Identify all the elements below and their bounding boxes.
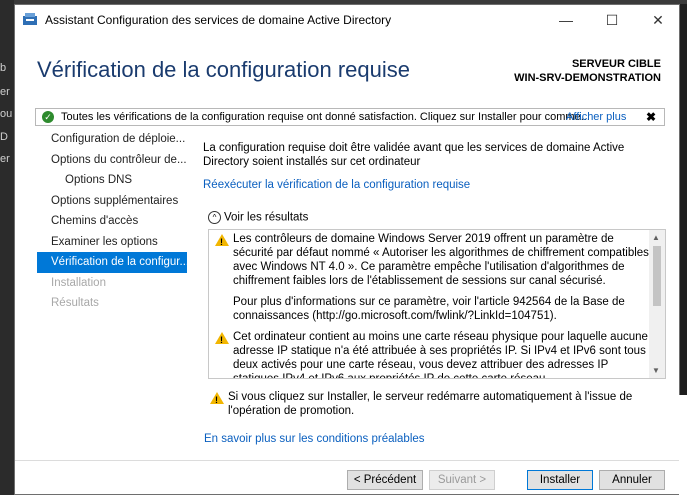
target-server: SERVEUR CIBLE WIN-SRV-DEMONSTRATION <box>514 57 661 85</box>
minimize-button[interactable]: — <box>543 5 589 35</box>
nav-item-dns-options[interactable]: Options DNS <box>37 170 187 191</box>
warning-icon <box>215 332 229 347</box>
server-label: SERVEUR CIBLE <box>571 58 661 70</box>
server-name: WIN-SRV-DEMONSTRATION <box>514 72 661 84</box>
server-manager-icon <box>23 13 37 25</box>
desktop-background-left: b er ou D er <box>0 0 14 495</box>
nav-item-dc-options[interactable]: Options du contrôleur de... <box>37 150 187 171</box>
scroll-up-icon[interactable]: ▲ <box>652 233 660 242</box>
page-title: Vérification de la configuration requise <box>37 57 411 82</box>
background-text: b <box>0 62 7 74</box>
nav-item-deployment[interactable]: Configuration de déploie... <box>37 129 187 150</box>
close-notice-icon[interactable]: ✖ <box>646 110 656 124</box>
footer-divider <box>15 460 679 461</box>
install-button[interactable]: Installer <box>527 470 593 490</box>
nav-item-additional-options[interactable]: Options supplémentaires <box>37 191 187 212</box>
background-text: D <box>0 131 8 143</box>
desktop-background-right <box>679 395 687 495</box>
result-text: Cet ordinateur contient au moins une car… <box>233 331 648 379</box>
result-text: Pour plus d'informations sur ce paramètr… <box>233 296 625 322</box>
previous-button[interactable]: < Précédent <box>347 470 423 490</box>
title-bar[interactable]: Assistant Configuration des services de … <box>15 5 679 35</box>
view-results-toggle[interactable]: ^ Voir les résultats <box>208 211 308 224</box>
result-item: Cet ordinateur contient au moins une car… <box>209 330 649 379</box>
next-button: Suivant > <box>429 470 495 490</box>
window-title: Assistant Configuration des services de … <box>45 13 392 27</box>
nav-item-results: Résultats <box>51 297 99 309</box>
notice-text: Toutes les vérifications de la configura… <box>61 111 590 123</box>
content-area: La configuration requise doit être valid… <box>203 141 665 191</box>
warning-icon <box>215 234 229 249</box>
collapse-icon: ^ <box>208 211 221 224</box>
wizard-nav: Configuration de déploie... Options du c… <box>37 129 187 314</box>
nav-item-paths[interactable]: Chemins d'accès <box>37 211 187 232</box>
cancel-button[interactable]: Annuler <box>599 470 665 490</box>
scroll-down-icon[interactable]: ▼ <box>652 366 660 375</box>
nav-item-prerequisites-check[interactable]: Vérification de la configur... <box>37 252 187 273</box>
scroll-thumb[interactable] <box>653 246 661 306</box>
restart-text: Si vous cliquez sur Installer, le serveu… <box>228 391 633 417</box>
learn-more-link[interactable]: En savoir plus sur les conditions préala… <box>204 433 425 445</box>
rerun-check-link[interactable]: Réexécuter la vérification de la configu… <box>203 179 665 191</box>
show-more-link[interactable]: Afficher plus <box>566 111 626 123</box>
check-icon: ✓ <box>42 111 54 123</box>
result-item: Pour plus d'informations sur ce paramètr… <box>209 295 649 323</box>
restart-warning: Si vous cliquez sur Installer, le serveu… <box>208 390 687 418</box>
result-text: Les contrôleurs de domaine Windows Serve… <box>233 233 649 287</box>
maximize-button[interactable]: ☐ <box>589 5 635 35</box>
background-text: ou <box>0 108 13 120</box>
background-text: er <box>0 153 10 165</box>
results-scrollbar[interactable]: ▲ ▼ <box>649 230 665 378</box>
background-text: er <box>0 86 10 98</box>
result-item: Les contrôleurs de domaine Windows Serve… <box>209 232 649 288</box>
nav-item-installation: Installation <box>51 276 106 289</box>
close-button[interactable]: ✕ <box>635 5 681 35</box>
warning-icon <box>210 392 224 407</box>
success-notice: ✓ Toutes les vérifications de la configu… <box>35 108 665 126</box>
nav-item-review-options[interactable]: Examiner les options <box>37 232 187 253</box>
results-heading: Voir les résultats <box>224 211 309 224</box>
intro-text: La configuration requise doit être valid… <box>203 142 625 168</box>
results-list[interactable]: Les contrôleurs de domaine Windows Serve… <box>208 229 666 379</box>
wizard-window: Assistant Configuration des services de … <box>14 4 680 495</box>
